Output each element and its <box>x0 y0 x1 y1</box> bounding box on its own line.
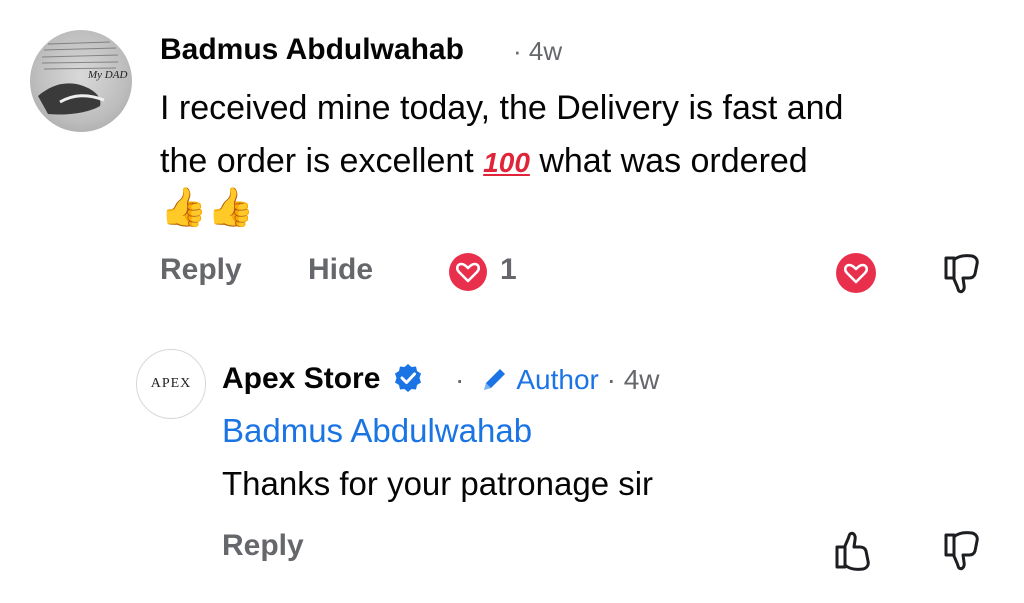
svg-text:My DAD: My DAD <box>87 69 127 81</box>
comment-author-name[interactable]: Badmus Abdulwahab <box>160 33 464 67</box>
author-badge-label: Author <box>516 364 599 395</box>
reply-text: Thanks for your patronage sir <box>222 465 654 502</box>
like-button[interactable] <box>832 529 874 578</box>
thumbs-down-icon <box>944 254 979 294</box>
reply-author-name[interactable]: Apex Store <box>222 362 423 396</box>
reaction-count: 1 <box>500 253 517 286</box>
dislike-button[interactable] <box>942 252 982 301</box>
meta-separator: · <box>513 36 522 66</box>
reply-timestamp[interactable]: 4w <box>624 364 660 395</box>
meta-separator: · <box>606 364 616 395</box>
author-badge: Author <box>472 364 607 395</box>
hundred-points-emoji-icon: 100 <box>483 147 530 178</box>
reply-button[interactable]: Reply <box>222 529 304 563</box>
thumbs-up-icon <box>835 531 870 571</box>
verified-badge-icon <box>394 364 421 392</box>
meta-separator: · <box>455 364 465 395</box>
comment-text-after-emoji: what was ordered <box>539 142 808 180</box>
commenter-avatar[interactable]: My DAD <box>30 30 132 132</box>
mentioned-user-link[interactable]: Badmus Abdulwahab <box>222 412 532 450</box>
comment-text: I received mine today, the Delivery is f… <box>160 82 1000 189</box>
comment-text-line2: the order is excellent 100 what was orde… <box>160 135 1000 189</box>
pencil-icon <box>484 369 506 390</box>
avatar-image: My DAD <box>38 41 127 115</box>
reply-button[interactable]: Reply <box>160 253 242 287</box>
hide-button[interactable]: Hide <box>308 253 373 287</box>
comment-timestamp[interactable]: 4w <box>529 36 562 66</box>
reaction-heart-icon[interactable] <box>449 253 487 291</box>
heart-icon <box>456 262 480 283</box>
thumbs-up-emoji-icon: 👍👍 <box>160 187 255 229</box>
comment-meta: · 4w <box>513 36 562 67</box>
reply-author-label: Apex Store <box>222 362 381 395</box>
reply-meta: · Author · 4w <box>455 364 660 396</box>
heart-icon <box>844 263 868 284</box>
store-logo: APEX <box>150 376 192 391</box>
comment-text-line1: I received mine today, the Delivery is f… <box>160 89 844 127</box>
dislike-button[interactable] <box>942 529 982 578</box>
thumbs-down-icon <box>944 531 979 571</box>
store-avatar[interactable]: APEX <box>136 349 206 419</box>
comment-text-before-emoji: the order is excellent <box>160 142 484 180</box>
love-button[interactable] <box>836 253 876 293</box>
